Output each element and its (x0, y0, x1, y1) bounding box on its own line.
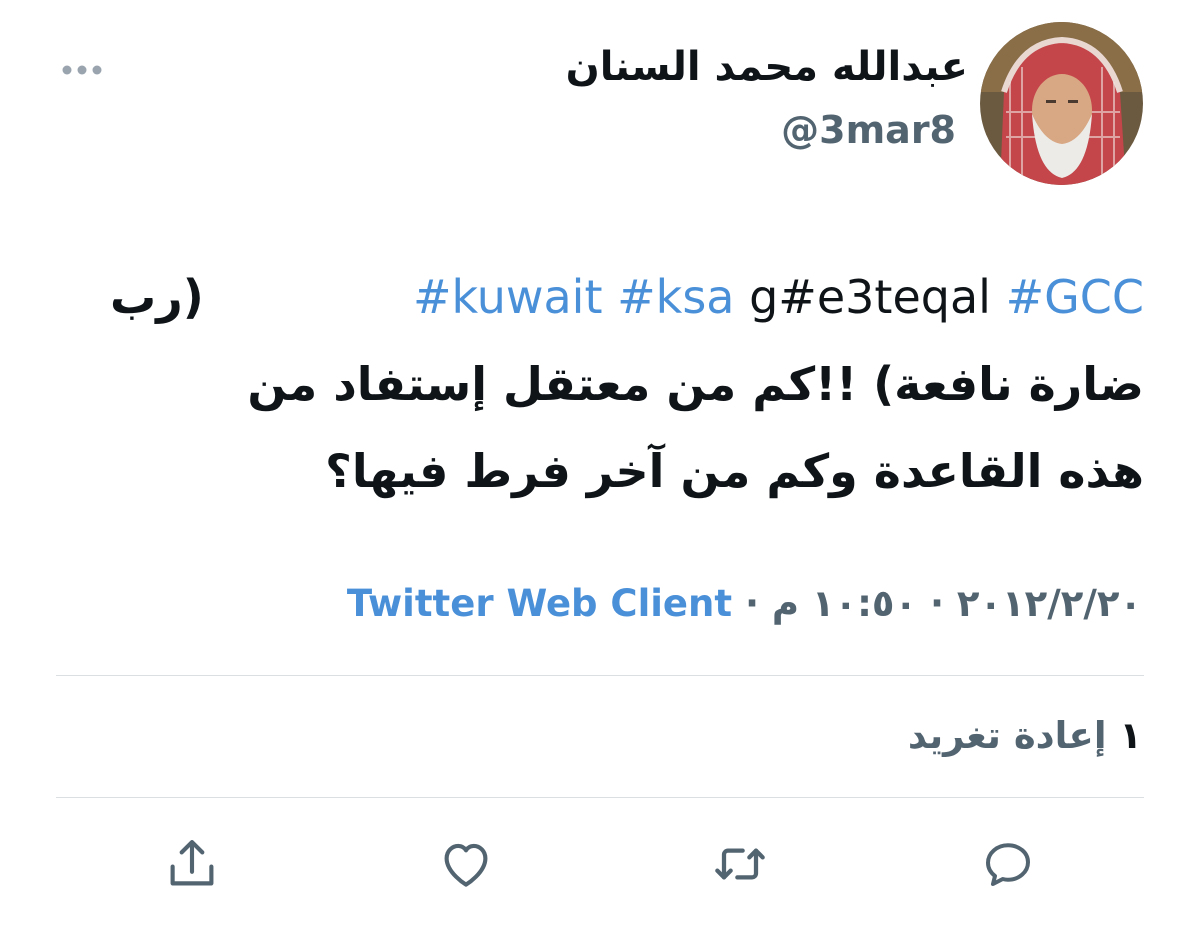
tweet-text-line-2: ضارة نافعة) !!كم من معتقل إستفاد من (247, 357, 1144, 411)
meta-separator: · (744, 582, 760, 625)
share-button[interactable] (160, 832, 224, 896)
divider (56, 797, 1144, 798)
tweet-text-fragment: (رب (110, 270, 204, 324)
retweet-count: ١ (1119, 714, 1142, 757)
tweet-time[interactable]: ١٠:٥٠ م (772, 582, 917, 625)
meta-separator: · (929, 582, 944, 625)
hashtag-kuwait[interactable]: #kuwait (413, 270, 603, 324)
user-avatar-icon (980, 22, 1143, 185)
heart-icon (444, 843, 488, 887)
user-handle[interactable]: @3mar8 (781, 108, 956, 152)
retweet-label: إعادة تغريد (907, 714, 1107, 757)
display-name[interactable]: عبدالله محمد السنان (566, 44, 968, 90)
tweet-text-fragment-g-e3teqal: g#e3teqal (749, 270, 991, 324)
reply-button[interactable] (976, 832, 1040, 896)
retweet-icon (715, 848, 765, 880)
more-dots-icon (62, 65, 102, 75)
tweet-text-ltr-run: #kuwait #ksa g#e3teqal #GCC (413, 270, 1144, 324)
tweet-text-line-1: (رب #kuwait #ksa g#e3teqal #GCC (110, 254, 1144, 341)
tweet-source-link[interactable]: Twitter Web Client (347, 582, 732, 625)
divider (56, 675, 1144, 676)
hashtag-ksa[interactable]: #ksa (617, 270, 734, 324)
tweet-meta: ٢٠١٢/٢/٢٠ · ١٠:٥٠ م · Twitter Web Client (347, 582, 1142, 625)
tweet-date[interactable]: ٢٠١٢/٢/٢٠ (957, 582, 1142, 625)
retweet-button[interactable] (708, 832, 772, 896)
tweet-text: (رب #kuwait #ksa g#e3teqal #GCC ضارة ناف… (110, 254, 1144, 515)
avatar[interactable] (980, 22, 1143, 185)
like-button[interactable] (434, 832, 498, 896)
reply-icon (986, 843, 1030, 886)
tweet-detail: عبدالله محمد السنان @3mar8 (رب #kuwait #… (0, 0, 1200, 938)
hashtag-gcc[interactable]: #GCC (1006, 270, 1144, 324)
more-options-button[interactable] (60, 58, 104, 82)
tweet-text-line-3: هذه القاعدة وكم من آخر فرط فيها؟ (325, 444, 1144, 498)
share-icon (170, 839, 214, 886)
retweet-stats[interactable]: ١ إعادة تغريد (908, 714, 1142, 757)
